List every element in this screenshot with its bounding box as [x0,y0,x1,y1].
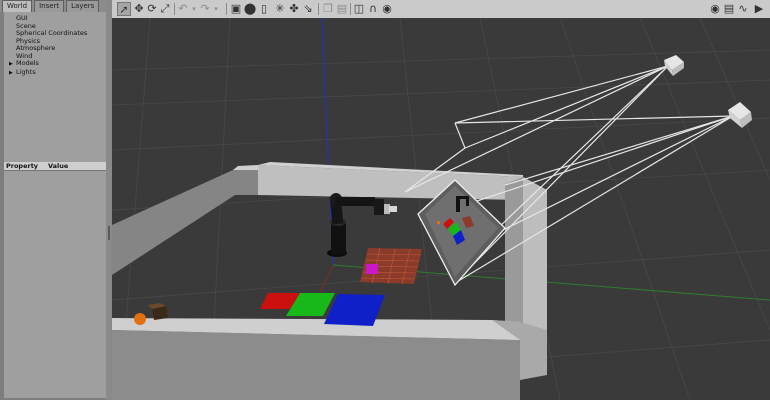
panel-tabs: World Insert Layers [0,0,110,12]
tree-item-label: Lights [16,67,36,76]
value-column-header: Value [48,162,69,170]
select-mode-button[interactable]: ➚ [117,2,131,16]
insert-point-light-button[interactable]: ✳ [273,2,287,16]
video-icon: ▶ [754,2,764,15]
property-panel: Property Value [4,162,106,398]
3d-viewport[interactable] [112,18,770,400]
sphere-shape-icon: ⬤ [243,2,257,15]
left-panel: World Insert Layers GUI Scene Spherical … [0,0,110,400]
property-column-header: Property [6,162,39,170]
insert-sphere-button[interactable]: ⬤ [243,2,257,16]
record-icon: ▤ [723,2,735,15]
toolbar: ➚ ✥ ⟳ ⤢ ↶ ▾ ↷ ▾ ▣ ⬤ ▯ ✳ ✤ ⇘ ❐ ▤ ◫ ∩ ◉ ◉ … [112,0,770,19]
tab-insert[interactable]: Insert [34,0,65,12]
align-icon: ◫ [353,2,365,15]
insert-directional-light-button[interactable]: ⇘ [301,2,315,16]
redo-menu-button[interactable]: ▾ [209,2,223,16]
chevron-down-icon: ▾ [192,5,196,13]
scale-mode-button[interactable]: ⤢ [158,2,172,16]
cylinder-shape-icon: ▯ [260,2,268,15]
screenshot-button[interactable]: ◉ [708,2,722,16]
toolbar-separator [226,3,227,15]
spot-light-icon: ✤ [289,2,299,15]
toolbar-separator [350,3,351,15]
orange-ball [134,313,146,325]
paste-button[interactable]: ▤ [335,2,349,16]
toolbar-separator [174,3,175,15]
translate-mode-button[interactable]: ✥ [132,2,146,16]
align-button[interactable]: ◫ [352,2,366,16]
insert-cylinder-button[interactable]: ▯ [257,2,271,16]
camera-icon: ◉ [710,2,720,15]
copy-icon: ❐ [323,2,333,15]
chevron-down-icon: ▾ [214,5,218,13]
plot-icon: ∿ [738,2,748,15]
magenta-cube [366,264,378,274]
insert-box-button[interactable]: ▣ [229,2,243,16]
insert-spot-light-button[interactable]: ✤ [287,2,301,16]
copy-button[interactable]: ❐ [321,2,335,16]
arrow-pointer-icon: ➚ [119,3,129,16]
toolbar-separator [318,3,319,15]
expand-arrow-icon[interactable]: ▶ [9,61,16,69]
rotate-mode-button[interactable]: ⟳ [145,2,159,16]
point-light-icon: ✳ [275,2,285,15]
property-header: Property Value [4,162,106,171]
record-video-button[interactable]: ▶ [752,2,766,16]
plot-button[interactable]: ∿ [736,2,750,16]
directional-light-icon: ⇘ [303,2,313,15]
change-view-button[interactable]: ◉ [380,2,394,16]
rotate-icon: ⟳ [147,2,157,15]
expand-arrow-icon[interactable]: ▶ [9,70,16,78]
box-shape-icon: ▣ [230,2,242,15]
tree-item-lights[interactable]: ▶ Lights [4,67,106,78]
snap-button[interactable]: ∩ [366,2,380,16]
tab-layers[interactable]: Layers [66,0,100,12]
scene-render[interactable] [112,18,770,400]
paste-icon: ▤ [336,2,348,15]
splitter-handle[interactable] [108,226,110,240]
scale-icon: ⤢ [160,2,170,15]
snap-magnet-icon: ∩ [368,2,378,15]
tab-world[interactable]: World [2,0,33,12]
tree-item-label: Models [16,59,39,67]
record-log-button[interactable]: ▤ [722,2,736,16]
world-tree: GUI Scene Spherical Coordinates Physics … [4,12,106,162]
view-angle-icon: ◉ [382,2,392,15]
move-arrows-icon: ✥ [134,2,144,15]
